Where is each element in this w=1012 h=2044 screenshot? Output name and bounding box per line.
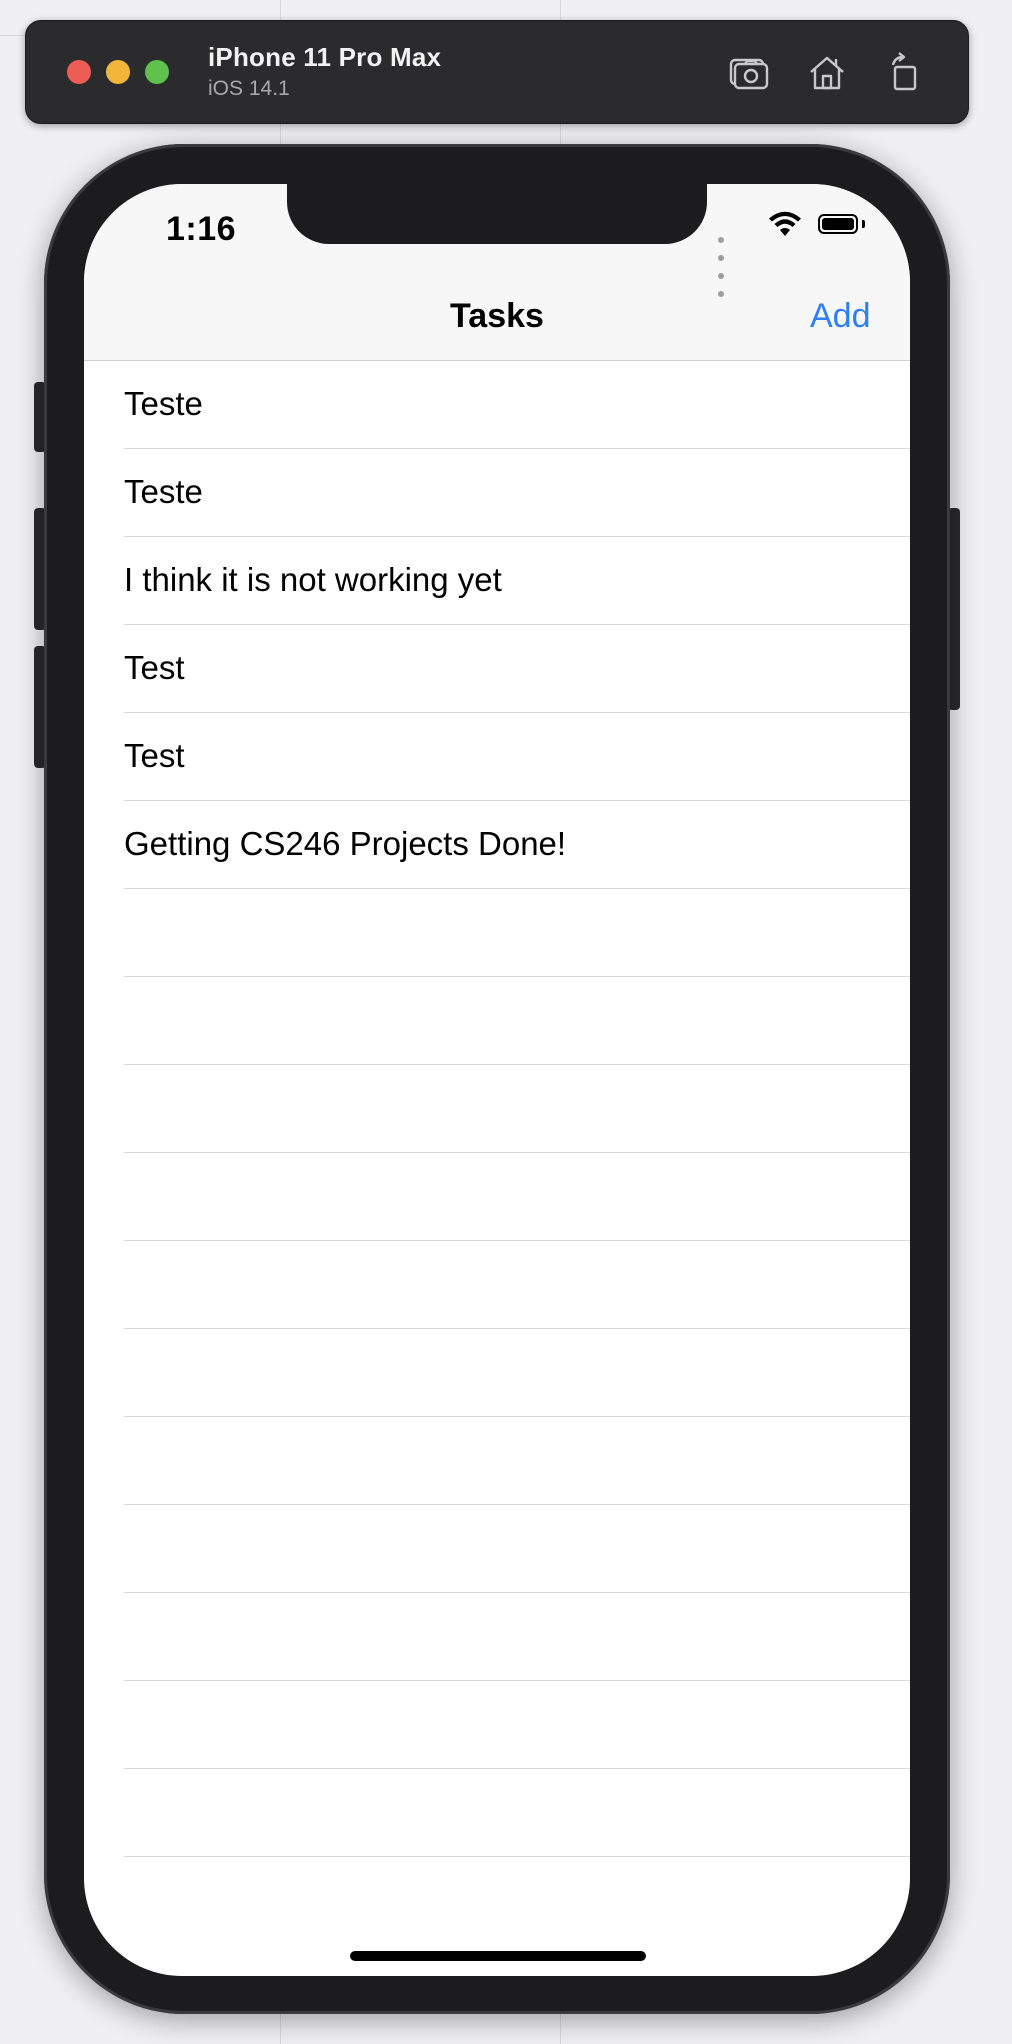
task-label: Teste <box>124 473 203 510</box>
task-list[interactable]: Teste Teste I think it is not working yet T… <box>84 361 910 1857</box>
table-row[interactable]: Test <box>84 713 910 801</box>
page-title: Tasks <box>450 297 544 335</box>
simulator-title-bar: iPhone 11 Pro Max iOS 14.1 <box>25 20 969 124</box>
table-row[interactable] <box>84 1417 910 1505</box>
os-version: iOS 14.1 <box>208 77 290 100</box>
table-row[interactable] <box>84 1153 910 1241</box>
table-row[interactable] <box>84 1593 910 1681</box>
battery-icon <box>818 214 858 234</box>
table-row[interactable]: Teste <box>84 361 910 449</box>
table-row[interactable]: Test <box>84 625 910 713</box>
table-row[interactable] <box>84 977 910 1065</box>
minimize-window-button[interactable] <box>106 60 130 84</box>
battery-tip <box>862 220 865 228</box>
screenshot-icon[interactable] <box>724 49 772 97</box>
rotate-icon[interactable] <box>881 49 929 97</box>
zoom-window-button[interactable] <box>145 60 169 84</box>
table-row[interactable] <box>84 1329 910 1417</box>
task-label: Test <box>124 737 185 774</box>
home-icon[interactable] <box>803 49 851 97</box>
table-row[interactable] <box>84 889 910 977</box>
table-row[interactable]: Getting CS246 Projects Done! <box>84 801 910 889</box>
table-row[interactable] <box>84 1505 910 1593</box>
task-label: Getting CS246 Projects Done! <box>124 825 567 862</box>
task-label: Teste <box>124 385 203 422</box>
close-window-button[interactable] <box>67 60 91 84</box>
table-row[interactable]: I think it is not working yet <box>84 537 910 625</box>
add-button[interactable]: Add <box>810 297 871 336</box>
phone-screen: Tasks Add 1:16 Teste Teste I think it is n… <box>84 184 910 1976</box>
notch <box>287 184 707 244</box>
device-name: iPhone 11 Pro Max <box>208 42 442 72</box>
table-row[interactable]: Teste <box>84 449 910 537</box>
wifi-icon <box>768 210 802 243</box>
table-row[interactable] <box>84 1681 910 1769</box>
table-row[interactable] <box>84 1769 910 1857</box>
signal-dots-icon <box>718 230 727 302</box>
home-indicator[interactable] <box>350 1951 646 1961</box>
task-label: I think it is not working yet <box>124 561 502 598</box>
table-row[interactable] <box>84 1065 910 1153</box>
status-time: 1:16 <box>166 210 237 248</box>
table-row[interactable] <box>84 1241 910 1329</box>
task-label: Test <box>124 649 185 686</box>
